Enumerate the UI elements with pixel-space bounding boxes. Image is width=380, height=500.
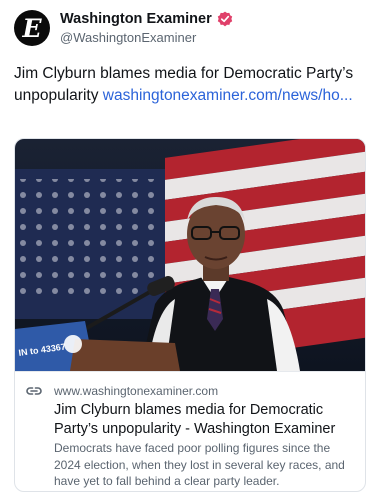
news-photo[interactable]: IN to 43367: [15, 139, 365, 371]
post-text: Jim Clyburn blames media for Democratic …: [14, 63, 366, 107]
avatar[interactable]: E: [14, 10, 50, 46]
account-handle[interactable]: @WashingtonExaminer: [60, 30, 233, 45]
link-icon: [26, 387, 42, 395]
link-card-body: www.washingtonexaminer.com Jim Clyburn b…: [15, 371, 365, 491]
avatar-logo-icon: E: [22, 13, 42, 43]
post-link[interactable]: washingtonexaminer.com/news/ho...: [103, 87, 353, 104]
display-name[interactable]: Washington Examiner: [60, 11, 212, 27]
post-header: E Washington Examiner @WashingtonExamine…: [14, 10, 233, 46]
card-description: Democrats have faced poor polling figure…: [54, 441, 345, 488]
account-identity: Washington Examiner @WashingtonExaminer: [60, 11, 233, 45]
post-card: E Washington Examiner @WashingtonExamine…: [0, 0, 380, 500]
card-domain: www.washingtonexaminer.com: [54, 384, 219, 398]
name-row: Washington Examiner: [60, 11, 233, 27]
card-title[interactable]: Jim Clyburn blames media for Democratic …: [54, 401, 354, 439]
verified-badge-icon: [217, 11, 232, 27]
link-card[interactable]: IN to 43367 www.washingtonexaminer.com J…: [14, 138, 366, 492]
